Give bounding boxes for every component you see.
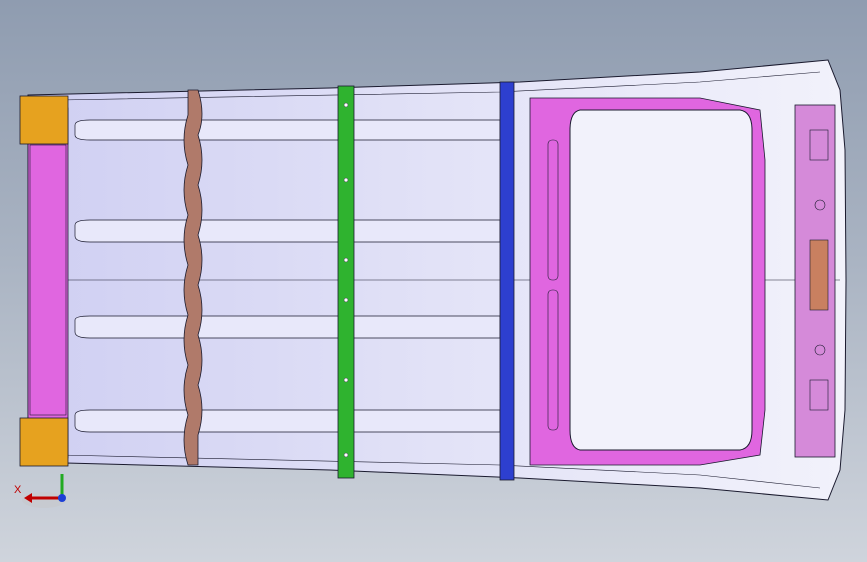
front-bracket-top[interactable] [19,95,69,145]
x-axis-label: X [14,484,22,496]
axis-triad: X [14,470,74,510]
rear-roof-bow[interactable] [499,81,515,481]
triad-origin [58,494,66,502]
cad-viewport[interactable]: X [0,0,867,562]
center-roof-bow[interactable] [337,85,355,479]
sunroof-opening[interactable] [569,109,753,451]
ribbed-roof-bow[interactable] [183,89,203,466]
front-header-overlay [29,144,67,416]
front-bracket-bottom[interactable] [19,417,69,467]
roof-assembly-model[interactable] [0,0,867,562]
